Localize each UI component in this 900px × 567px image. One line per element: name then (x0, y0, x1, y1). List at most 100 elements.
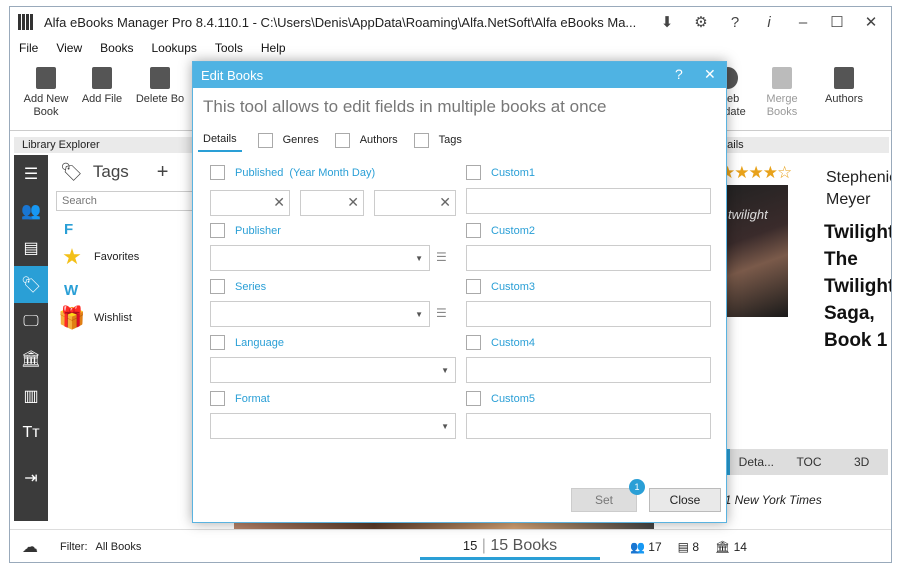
maximize-button[interactable]: ☐ (820, 13, 854, 31)
shelves-count[interactable]: ▤ 8 (678, 540, 699, 554)
custom5-field-label: Custom5 (466, 391, 535, 406)
series-checkbox[interactable] (210, 279, 225, 294)
close-window-button[interactable]: ✕ (854, 13, 888, 31)
custom5-input[interactable] (466, 413, 711, 439)
authors-button[interactable]: Authors (816, 67, 872, 106)
custom1-input[interactable] (466, 188, 711, 214)
custom3-field-label: Custom3 (466, 279, 535, 294)
list-icon[interactable]: ☰ (436, 250, 447, 264)
trash-icon (150, 67, 170, 89)
file-icon (92, 67, 112, 89)
authors-nav-icon[interactable]: 👥 (14, 192, 48, 229)
chevron-down-icon: ▼ (415, 254, 423, 263)
shelves-nav-icon[interactable]: ▤ (14, 229, 48, 266)
custom1-checkbox[interactable] (466, 165, 481, 180)
dialog-description: This tool allows to edit fields in multi… (203, 97, 607, 116)
gear-icon[interactable]: ⚙ (684, 13, 718, 31)
series-select[interactable]: ▼ (210, 301, 430, 327)
authors-icon (834, 67, 854, 89)
chevron-down-icon: ▼ (415, 310, 423, 319)
menu-books[interactable]: Books (91, 39, 142, 59)
tab-tags[interactable]: Tags (413, 128, 462, 152)
cloud-icon[interactable]: ☁ (22, 537, 38, 557)
monitor-nav-icon[interactable]: 🖵 (14, 303, 48, 340)
clear-icon[interactable]: ✕ (439, 194, 451, 211)
menu-tools[interactable]: Tools (206, 39, 252, 59)
filter-value[interactable]: All Books (96, 541, 142, 553)
published-year-input[interactable]: ✕ (210, 190, 290, 216)
published-day-input[interactable]: ✕ (374, 190, 456, 216)
close-button[interactable]: Close (649, 488, 721, 512)
custom5-checkbox[interactable] (466, 391, 481, 406)
tab-authors[interactable]: Authors (334, 128, 398, 152)
info-icon[interactable]: i (752, 14, 786, 31)
tab-toc[interactable]: TOC (783, 449, 836, 475)
list-icon[interactable]: ☰ (436, 306, 447, 320)
help-icon[interactable]: ? (718, 14, 752, 31)
left-nav-bar: ☰ 👥 ▤ 🏷 🖵 🏛 ▥ Tт ⇥ (14, 155, 48, 521)
genres-checkbox[interactable] (257, 132, 273, 148)
menu-file[interactable]: File (10, 39, 47, 59)
download-icon[interactable]: ⬇ (650, 13, 684, 31)
clear-icon[interactable]: ✕ (347, 194, 359, 211)
tags-nav-icon[interactable]: 🏷 (14, 266, 48, 303)
library-count[interactable]: 🏛 14 (715, 540, 747, 554)
menu-view[interactable]: View (47, 39, 91, 59)
menu-help[interactable]: Help (252, 39, 295, 59)
tab-genres[interactable]: Genres (257, 128, 319, 152)
delete-book-button[interactable]: Delete Bo (132, 67, 188, 106)
dialog-help-icon[interactable]: ? (675, 66, 683, 82)
format-checkbox[interactable] (210, 391, 225, 406)
add-tag-icon[interactable]: + (157, 161, 169, 184)
add-new-book-button[interactable]: Add New Book (18, 67, 74, 119)
tags-checkbox[interactable] (413, 132, 429, 148)
rating-stars[interactable]: ★★★★☆ (720, 163, 792, 183)
book-count: 15 | 15 Books (420, 534, 600, 560)
tag-icon: 🏷 (60, 161, 83, 182)
tab-details[interactable]: Deta... (730, 449, 783, 475)
published-month-input[interactable]: ✕ (300, 190, 364, 216)
format-select[interactable]: ▼ (210, 413, 456, 439)
tab-details[interactable]: Details (198, 128, 242, 152)
hamburger-menu-icon[interactable]: ☰ (14, 155, 48, 192)
language-checkbox[interactable] (210, 335, 225, 350)
title-bar: Alfa eBooks Manager Pro 8.4.110.1 - C:\U… (10, 7, 891, 37)
window-title: Alfa eBooks Manager Pro 8.4.110.1 - C:\U… (44, 14, 637, 30)
custom2-checkbox[interactable] (466, 223, 481, 238)
gift-icon: 🎁 (58, 305, 86, 330)
publisher-field-label: Publisher (210, 223, 281, 238)
set-button[interactable]: Set (571, 488, 637, 512)
description-text: #1 New York Times (718, 493, 822, 507)
custom4-input[interactable] (466, 357, 711, 383)
custom2-input[interactable] (466, 245, 711, 271)
merge-books-button[interactable]: Merge Books (754, 67, 810, 119)
chevron-down-icon: ▼ (441, 422, 449, 431)
menu-lookups[interactable]: Lookups (143, 39, 206, 59)
books-nav-icon[interactable]: ▥ (14, 377, 48, 414)
add-file-button[interactable]: Add File (74, 67, 130, 106)
book-cover[interactable]: twilight (720, 185, 788, 317)
app-window: Alfa eBooks Manager Pro 8.4.110.1 - C:\U… (9, 6, 892, 563)
clear-icon[interactable]: ✕ (273, 194, 285, 211)
custom3-checkbox[interactable] (466, 279, 481, 294)
book-author[interactable]: Stephenie Meyer (826, 167, 891, 211)
publisher-select[interactable]: ▼ (210, 245, 430, 271)
custom3-input[interactable] (466, 301, 711, 327)
minimize-button[interactable]: – (786, 14, 820, 31)
text-size-nav-icon[interactable]: Tт (14, 414, 48, 451)
custom4-checkbox[interactable] (466, 335, 481, 350)
tab-3d[interactable]: 3D (835, 449, 888, 475)
authors-checkbox[interactable] (334, 132, 350, 148)
dialog-title: Edit Books (201, 67, 264, 83)
language-select[interactable]: ▼ (210, 357, 456, 383)
notification-badge: 1 (629, 479, 645, 495)
menu-bar: File View Books Lookups Tools Help (10, 39, 295, 59)
book-icon (36, 67, 56, 89)
authors-count[interactable]: 👥 17 (630, 540, 662, 554)
exit-nav-icon[interactable]: ⇥ (14, 459, 48, 496)
published-checkbox[interactable] (210, 165, 225, 180)
dialog-header: Edit Books ? ✕ (193, 62, 726, 88)
library-nav-icon[interactable]: 🏛 (14, 340, 48, 377)
publisher-checkbox[interactable] (210, 223, 225, 238)
dialog-close-icon[interactable]: ✕ (704, 66, 716, 83)
